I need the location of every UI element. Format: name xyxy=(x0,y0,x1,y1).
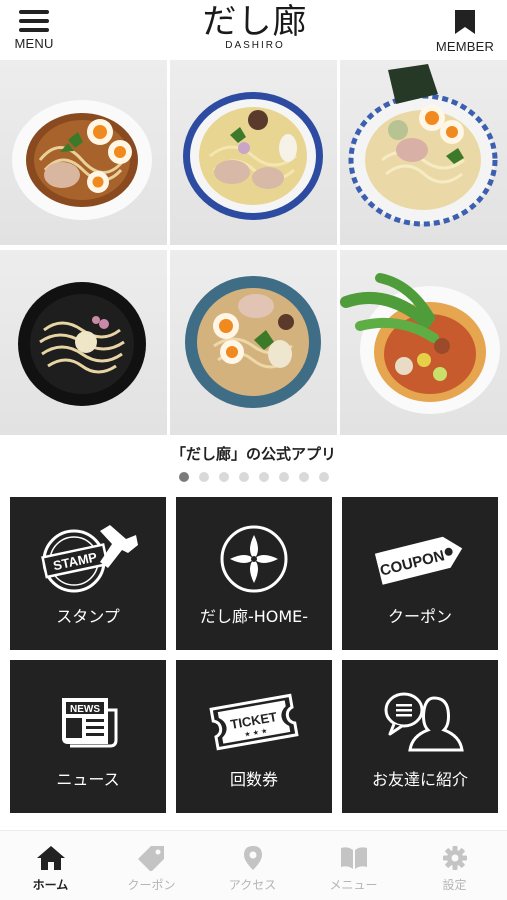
pagination-dot[interactable] xyxy=(238,472,249,482)
stamp-icon: STAMP xyxy=(41,525,138,593)
map-pin-icon xyxy=(243,846,262,870)
tab-settings[interactable]: 設定 xyxy=(404,831,505,900)
ticket-icon: TICKET ★ ★ ★ xyxy=(209,693,299,751)
tile-news[interactable]: NEWS ニュース xyxy=(10,660,166,813)
news-icon: NEWS xyxy=(62,698,118,748)
tab-access[interactable]: アクセス xyxy=(202,831,303,900)
pagination-dot[interactable] xyxy=(318,472,329,482)
tab-label: メニュー xyxy=(329,878,378,892)
tile-ticket[interactable]: TICKET ★ ★ ★ 回数券 xyxy=(176,660,332,813)
menu-button[interactable]: MENU xyxy=(4,6,64,56)
member-label: MEMBER xyxy=(435,39,495,54)
tab-label: クーポン xyxy=(127,878,176,892)
carousel-pagination xyxy=(0,472,507,482)
photo-carousel[interactable] xyxy=(0,60,507,436)
tile-home[interactable]: だし廊-HOME- xyxy=(176,497,332,650)
hamburger-icon xyxy=(19,10,49,32)
tab-label: 設定 xyxy=(442,878,467,892)
bottom-tab-bar: ホーム クーポン アクセス メニュー 設定 xyxy=(0,830,507,900)
book-icon xyxy=(340,847,367,869)
ramen-photo xyxy=(0,60,167,245)
tile-label: だし廊-HOME- xyxy=(199,607,309,626)
tab-label: アクセス xyxy=(228,878,277,892)
tile-label: 回数券 xyxy=(229,770,278,789)
ramen-photo xyxy=(170,60,337,245)
tab-label: ホーム xyxy=(32,878,69,892)
tab-menu[interactable]: メニュー xyxy=(303,831,404,900)
svg-text:NEWS: NEWS xyxy=(70,704,100,715)
tile-stamp[interactable]: STAMP スタンプ xyxy=(10,497,166,650)
gear-icon xyxy=(442,846,467,870)
member-button[interactable]: MEMBER xyxy=(425,6,505,56)
pagination-dot[interactable] xyxy=(198,472,209,482)
ramen-photo xyxy=(170,250,337,435)
pagination-dot[interactable] xyxy=(178,472,189,482)
refer-friend-icon xyxy=(384,692,464,752)
app-header: MENU だし廊 DASHIRO MEMBER xyxy=(0,0,507,60)
ramen-photo xyxy=(340,250,507,435)
carousel-caption: 「だし廊」の公式アプリ xyxy=(170,445,336,463)
pagination-dot[interactable] xyxy=(278,472,289,482)
tab-coupon[interactable]: クーポン xyxy=(101,831,202,900)
tile-label: ニュース xyxy=(56,770,120,789)
tile-coupon[interactable]: COUPON クーポン xyxy=(342,497,498,650)
bookmark-icon xyxy=(455,10,475,34)
logo-text: だし廊 xyxy=(202,2,308,42)
tab-home[interactable]: ホーム xyxy=(0,831,101,900)
pagination-dot[interactable] xyxy=(258,472,269,482)
tile-refer-friend[interactable]: お友達に紹介 xyxy=(342,660,498,813)
tile-label: お友達に紹介 xyxy=(371,770,468,789)
home-icon xyxy=(36,846,65,870)
tag-icon xyxy=(137,846,164,871)
pagination-dot[interactable] xyxy=(298,472,309,482)
tile-label: クーポン xyxy=(387,607,452,626)
coupon-icon: COUPON xyxy=(374,536,463,585)
ramen-photo xyxy=(340,60,507,245)
pagination-dot[interactable] xyxy=(218,472,229,482)
menu-label: MENU xyxy=(14,36,54,51)
tile-label: スタンプ xyxy=(56,607,120,626)
ramen-photo xyxy=(0,250,167,435)
app-logo[interactable]: だし廊 DASHIRO xyxy=(190,2,320,58)
home-emblem-icon xyxy=(220,525,288,593)
